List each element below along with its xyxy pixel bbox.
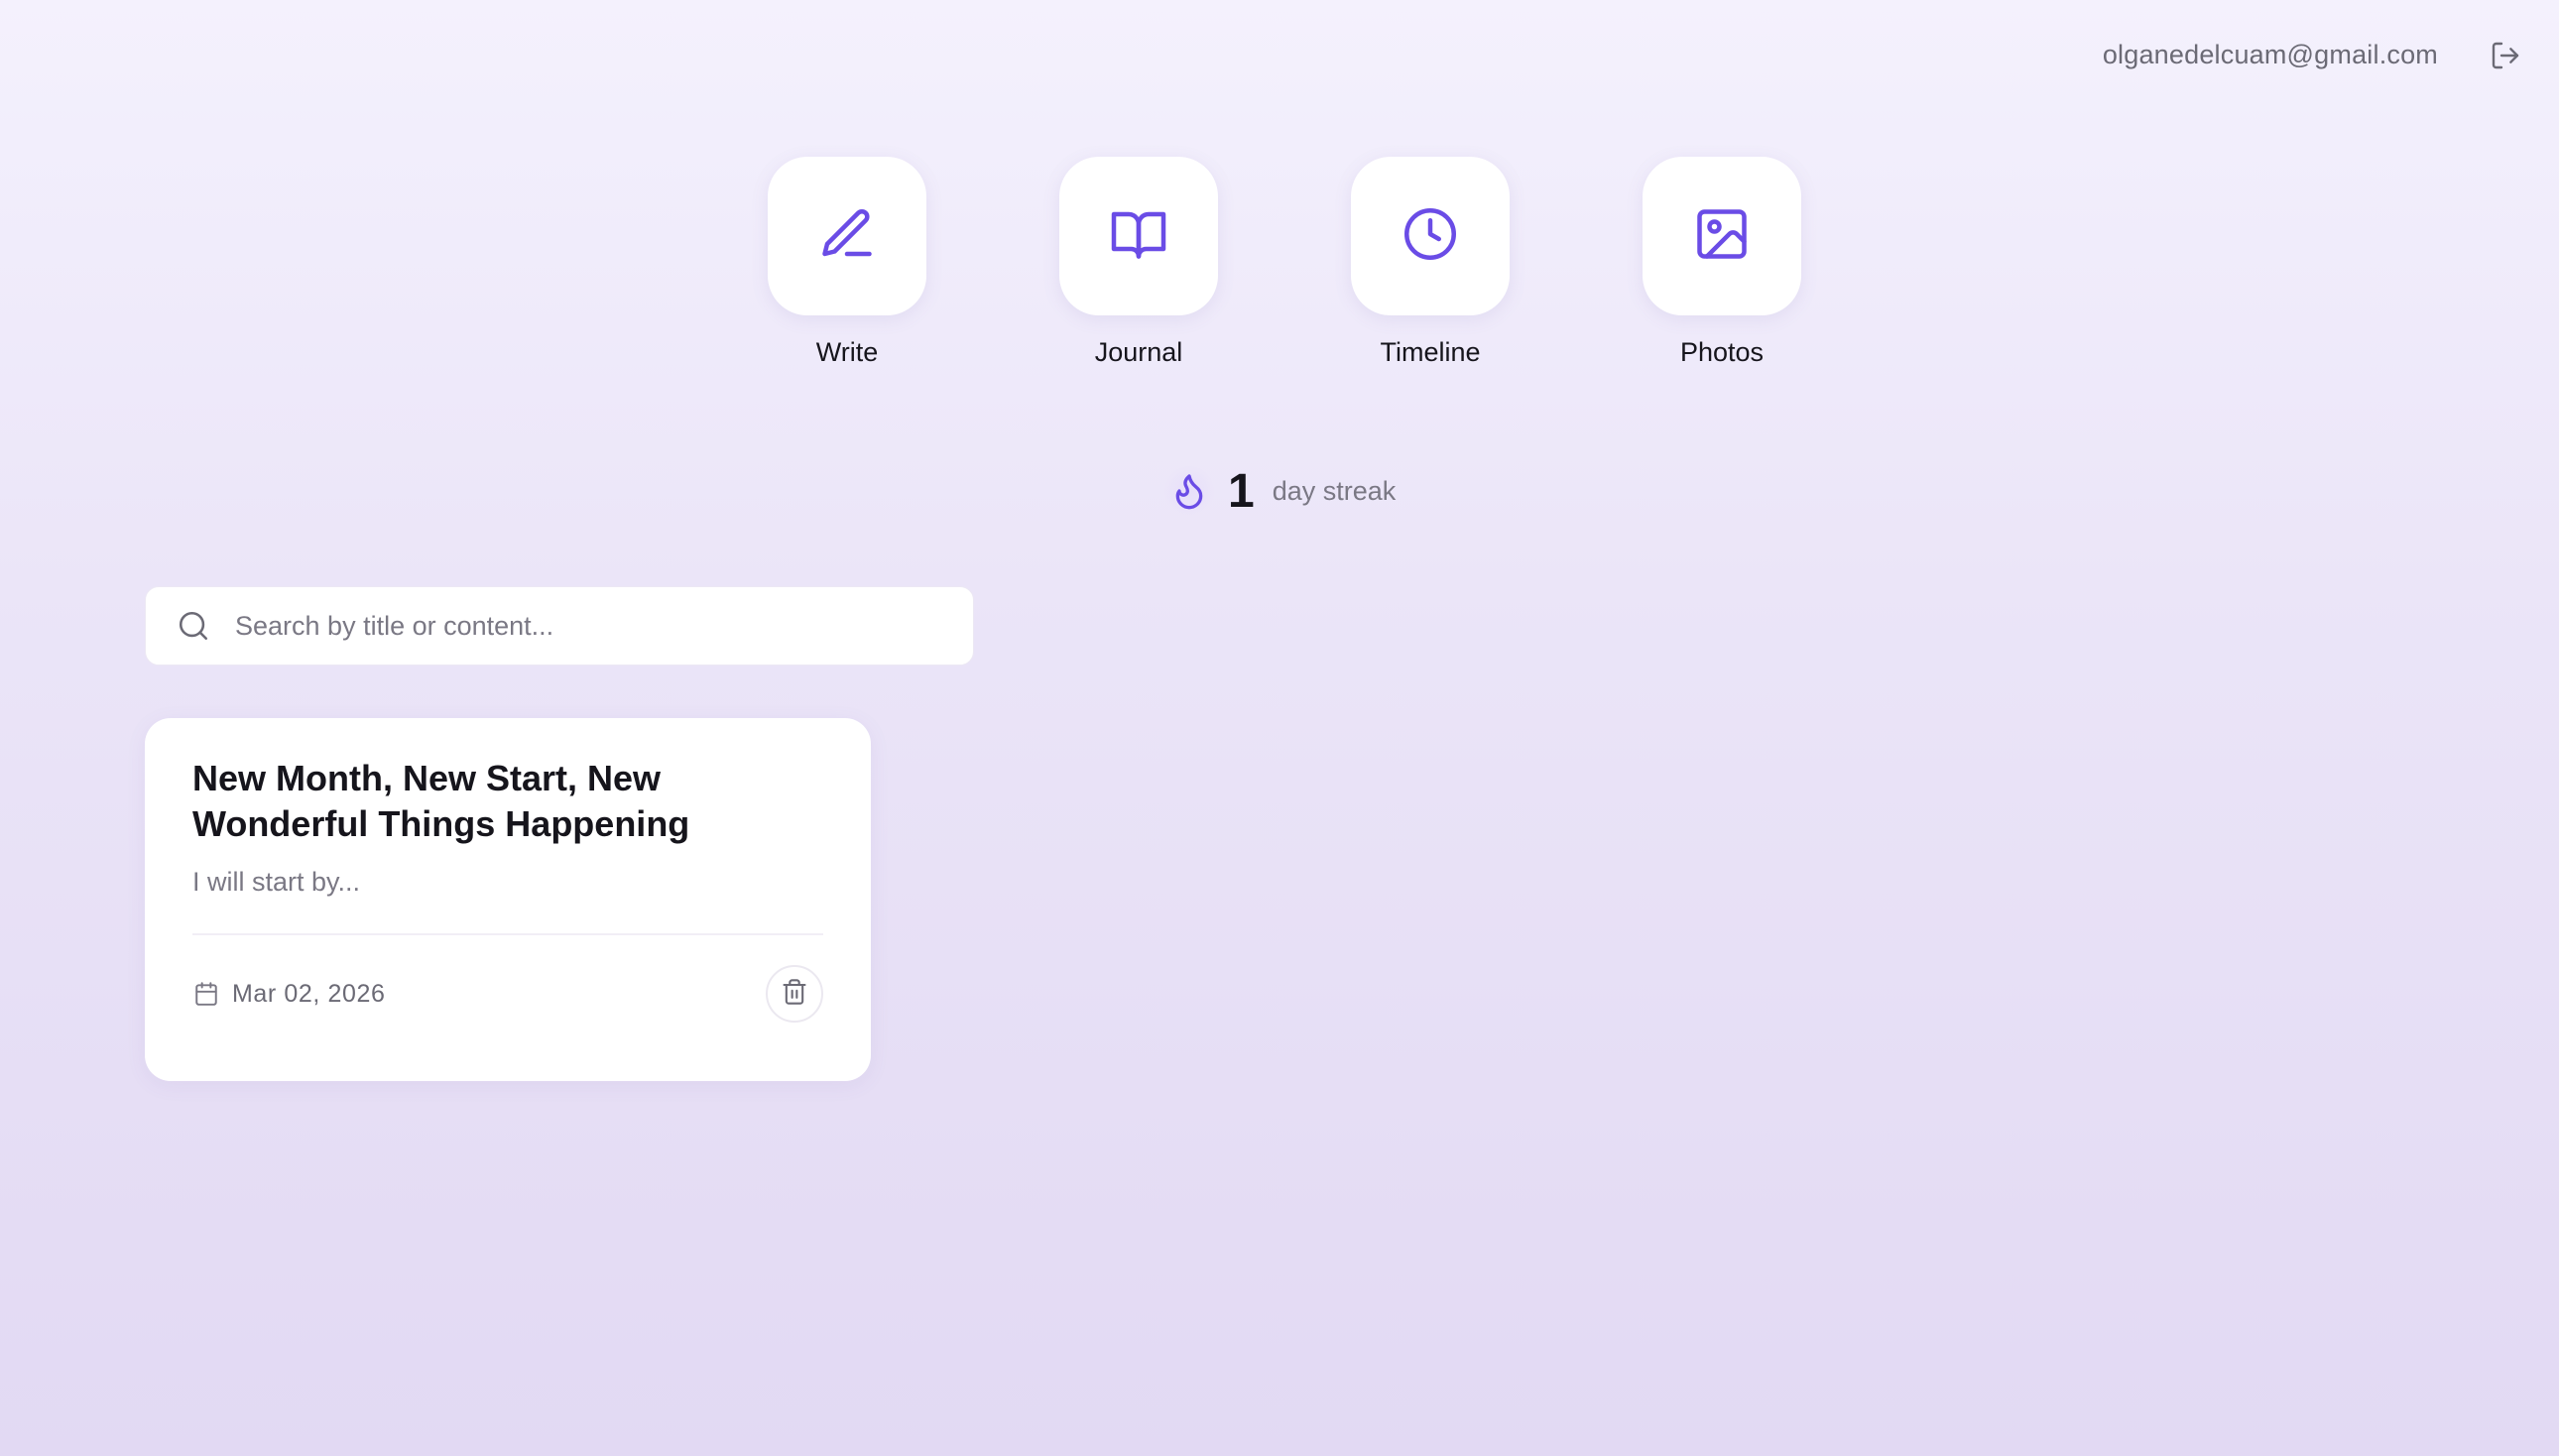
delete-entry-button[interactable]: [766, 965, 823, 1023]
entry-date-text: Mar 02, 2026: [232, 979, 386, 1008]
entry-date: Mar 02, 2026: [192, 980, 386, 1009]
entry-title: New Month, New Start, New Wonderful Thin…: [192, 758, 690, 844]
image-icon: [1692, 204, 1752, 269]
streak-indicator: 1 day streak: [1164, 458, 1396, 524]
nav-label-journal: Journal: [1094, 337, 1183, 367]
logout-icon: [2490, 40, 2521, 76]
pencil-icon: [817, 204, 877, 269]
photos-tile[interactable]: [1643, 157, 1801, 315]
nav-timeline[interactable]: Timeline: [1351, 157, 1510, 368]
nav-journal[interactable]: Journal: [1059, 157, 1218, 368]
search-bar[interactable]: [145, 586, 974, 666]
trash-icon: [781, 978, 808, 1011]
streak-label: day streak: [1272, 475, 1397, 506]
entry-card[interactable]: New Month, New Start, New Wonderful Thin…: [145, 718, 871, 1081]
main-nav: Write Journal Timeline Photos: [768, 157, 1801, 368]
entry-divider: [192, 933, 823, 935]
entry-excerpt: I will start by...: [192, 867, 361, 897]
write-tile[interactable]: [768, 157, 926, 315]
nav-label-timeline: Timeline: [1380, 337, 1481, 367]
journal-tile[interactable]: [1059, 157, 1218, 315]
flame-icon: [1164, 466, 1214, 516]
nav-label-photos: Photos: [1679, 337, 1765, 367]
book-open-icon: [1109, 204, 1168, 269]
entry-footer: Mar 02, 2026: [192, 965, 823, 1023]
nav-label-write: Write: [815, 337, 879, 367]
clock-icon: [1401, 204, 1460, 269]
search-icon: [176, 608, 211, 644]
nav-photos[interactable]: Photos: [1643, 157, 1801, 368]
search-input[interactable]: [233, 609, 931, 643]
timeline-tile[interactable]: [1351, 157, 1510, 315]
logout-button[interactable]: [2488, 40, 2523, 75]
streak-count: 1: [1228, 464, 1255, 518]
user-email: olganedelcuam@gmail.com: [2102, 40, 2438, 69]
calendar-icon: [192, 980, 220, 1008]
nav-write[interactable]: Write: [768, 157, 926, 368]
